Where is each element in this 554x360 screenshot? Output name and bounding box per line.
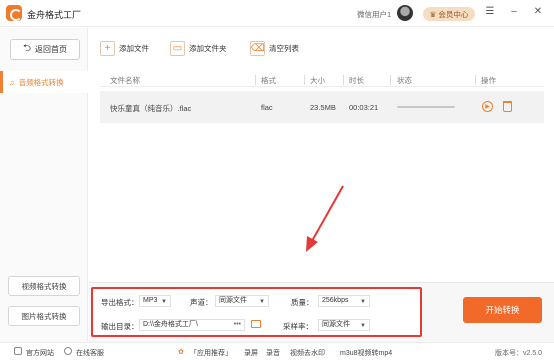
table-header: 文件名称 格式 大小 时长 状态 操作	[100, 73, 544, 87]
sidebar: ⮌ 返回首页 ♫ 音频格式转换 视频格式转换 图片格式转换	[0, 28, 88, 342]
add-folder-button[interactable]: ▭ 添加文件夹	[170, 40, 227, 56]
col-actions: 操作	[481, 76, 496, 85]
avatar[interactable]	[397, 5, 413, 21]
file-name: 快乐童真（纯音乐）.flac	[110, 104, 192, 113]
status-bar: 官方网站 在线客服 ✿ 「应用推荐」 录屏 录音 视频去水印 m3u8视频转mp…	[0, 342, 554, 360]
sidebar-item-label: 音频格式转换	[18, 77, 64, 87]
back-home-button[interactable]: ⮌ 返回首页	[10, 39, 80, 60]
title-bar: 金舟格式工厂 微信用户1 ♛ 会员中心 ☰ – ✕	[0, 0, 554, 27]
col-status: 状态	[397, 76, 412, 85]
link-m3u8-to-mp4[interactable]: m3u8视频转mp4	[340, 348, 392, 358]
sample-rate-select[interactable]: 同源文件 ▼	[318, 319, 370, 331]
video-convert-button[interactable]: 视频格式转换	[8, 276, 80, 296]
app-title: 金舟格式工厂	[27, 10, 82, 20]
channel-select[interactable]: 同源文件 ▼	[215, 295, 269, 307]
vip-center-label: 会员中心	[438, 9, 469, 19]
monitor-icon	[14, 347, 22, 355]
chevron-down-icon: ▼	[360, 323, 366, 329]
music-icon: ♫	[9, 77, 15, 87]
close-icon[interactable]: ✕	[532, 6, 544, 17]
chevron-down-icon: ▼	[360, 299, 366, 305]
browse-dots[interactable]: •••	[234, 320, 241, 330]
export-format-label: 导出格式：	[101, 298, 139, 307]
play-icon[interactable]: ▶	[482, 101, 493, 112]
headset-icon	[64, 347, 72, 355]
app-recommend-label: 「应用推荐」	[190, 350, 232, 357]
sample-rate-label: 采样率：	[283, 322, 313, 331]
quality-select[interactable]: 256kbps ▼	[318, 295, 370, 307]
link-screen-record[interactable]: 录屏	[244, 348, 258, 358]
image-convert-button[interactable]: 图片格式转换	[8, 306, 80, 326]
crown-icon: ♛	[429, 9, 437, 19]
user-name[interactable]: 微信用户1	[357, 9, 391, 20]
output-dir-label: 输出目录：	[101, 322, 139, 331]
col-duration: 时长	[349, 76, 364, 85]
sidebar-item-audio-convert[interactable]: ♫ 音频格式转换	[0, 71, 88, 93]
add-folder-label: 添加文件夹	[189, 43, 227, 53]
link-remove-watermark[interactable]: 视频去水印	[290, 348, 325, 358]
online-support-link[interactable]: 在线客服	[76, 348, 104, 358]
add-file-button[interactable]: + 添加文件	[100, 40, 149, 56]
start-convert-button[interactable]: 开始转换	[463, 297, 542, 323]
quality-value: 256kbps	[322, 297, 349, 304]
add-folder-icon: ▭	[170, 40, 185, 56]
app-logo-icon	[6, 5, 22, 21]
quality-label: 质量：	[291, 298, 314, 307]
channel-label: 声道：	[190, 298, 213, 307]
back-home-label: 返回首页	[35, 45, 67, 54]
file-duration: 00:03:21	[349, 103, 379, 112]
gift-icon: ✿	[178, 349, 184, 356]
clear-list-button[interactable]: ⌫ 清空列表	[250, 40, 299, 56]
official-website-link[interactable]: 官方网站	[26, 348, 54, 358]
add-file-label: 添加文件	[119, 43, 149, 53]
chevron-down-icon: ▼	[259, 299, 265, 305]
version-label: 版本号：v2.5.0	[495, 350, 543, 357]
delete-icon[interactable]	[503, 101, 512, 112]
col-name: 文件名称	[110, 76, 140, 85]
conversion-progress-bar	[397, 106, 455, 108]
return-arrow-icon: ⮌	[22, 43, 31, 54]
output-settings-highlight: 导出格式： MP3 ▼ 声道： 同源文件 ▼ 质量： 256kbps ▼ 输出目…	[91, 287, 422, 337]
output-dir-value: D:\\金舟格式工厂\	[143, 321, 198, 328]
clear-list-label: 清空列表	[269, 43, 299, 53]
table-row[interactable]: 快乐童真（纯音乐）.flac flac 23.5MB 00:03:21 ▶	[100, 91, 544, 123]
clear-list-icon: ⌫	[250, 40, 265, 56]
chevron-down-icon: ▼	[161, 299, 167, 305]
file-size: 23.5MB	[310, 103, 336, 112]
minimize-icon[interactable]: –	[508, 6, 520, 17]
channel-value: 同源文件	[219, 297, 247, 304]
sample-rate-value: 同源文件	[322, 321, 350, 328]
export-format-select[interactable]: MP3 ▼	[139, 295, 171, 307]
open-folder-icon[interactable]	[251, 320, 261, 328]
vip-center-button[interactable]: ♛ 会员中心	[423, 7, 475, 21]
col-size: 大小	[310, 76, 325, 85]
add-file-icon: +	[100, 40, 115, 56]
export-format-value: MP3	[143, 297, 158, 304]
col-format: 格式	[261, 76, 276, 85]
output-dir-field[interactable]: D:\\金舟格式工厂\ •••	[139, 319, 245, 331]
link-audio-record[interactable]: 录音	[266, 348, 280, 358]
file-format: flac	[261, 103, 273, 112]
menu-icon[interactable]: ☰	[484, 6, 496, 17]
